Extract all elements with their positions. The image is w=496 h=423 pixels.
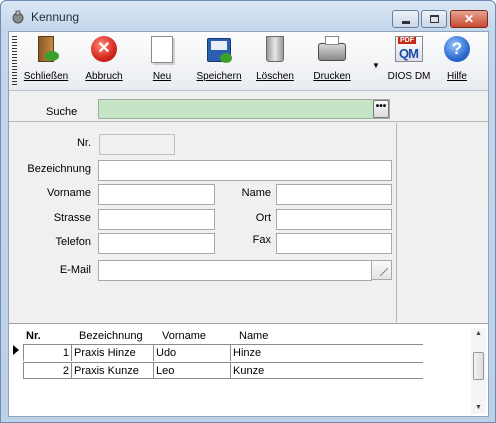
telefon-field[interactable] — [98, 233, 215, 254]
title-bar[interactable]: Kennung ✕ — [1, 1, 495, 31]
close-button[interactable]: ✕ — [450, 10, 488, 28]
cancel-icon: ✕ — [91, 36, 117, 62]
neu-label: Neu — [152, 71, 172, 82]
window-title: Kennung — [31, 10, 80, 24]
new-document-icon — [151, 36, 173, 63]
telefon-label: Telefon — [55, 236, 91, 248]
maximize-icon — [430, 15, 439, 23]
column-header-vorname[interactable]: Vorname — [162, 330, 206, 342]
email-label: E-Mail — [59, 264, 91, 276]
application-window: Kennung ✕ Schließen ✕ Abbruch Neu Speich… — [0, 0, 496, 423]
cell-name: Hinze — [233, 347, 262, 359]
dios-dm-icon: PDF QM — [395, 36, 423, 62]
ort-field[interactable] — [276, 209, 392, 230]
strasse-label: Strasse — [53, 212, 91, 224]
close-icon: ✕ — [463, 12, 475, 26]
column-header-name[interactable]: Name — [239, 330, 268, 342]
cell-bezeichnung: Praxis Hinze — [74, 347, 136, 359]
name-label: Name — [241, 187, 271, 199]
loeschen-button[interactable]: Löschen — [252, 35, 298, 87]
bezeichnung-label: Bezeichnung — [27, 163, 91, 175]
trash-icon — [266, 36, 284, 62]
vorname-label: Vorname — [46, 187, 91, 199]
hilfe-button[interactable]: ? Hilfe — [439, 35, 475, 87]
ort-label: Ort — [255, 212, 271, 224]
minimize-icon — [402, 21, 410, 24]
cell-bezeichnung: Praxis Kunze — [74, 365, 139, 377]
speichern-label: Speichern — [196, 71, 242, 82]
save-icon — [207, 38, 232, 63]
drucken-label: Drucken — [313, 71, 351, 82]
scroll-up-icon[interactable]: ▲ — [471, 328, 486, 340]
column-header-nr[interactable]: Nr. — [26, 330, 41, 342]
hilfe-label: Hilfe — [446, 71, 467, 82]
name-field[interactable] — [276, 184, 392, 205]
app-icon — [12, 10, 24, 24]
drucken-button[interactable]: Drucken — [307, 35, 357, 87]
search-input[interactable] — [98, 99, 390, 119]
neu-button[interactable]: Neu — [139, 35, 185, 87]
client-area: Schließen ✕ Abbruch Neu Speichern Lösche… — [8, 31, 489, 417]
dios-dm-label: DIOS DM — [387, 71, 431, 82]
scroll-thumb[interactable] — [473, 352, 484, 380]
help-icon: ? — [444, 36, 470, 62]
minimize-button[interactable] — [392, 10, 419, 28]
table-row[interactable]: 1 Praxis Hinze Udo Hinze — [23, 344, 423, 361]
search-lookup-button[interactable]: ••• — [373, 100, 389, 118]
cell-nr: 1 — [62, 347, 69, 359]
cell-vorname: Udo — [156, 347, 177, 359]
exit-door-icon — [38, 36, 59, 62]
column-header-bezeichnung[interactable]: Bezeichnung — [79, 330, 143, 342]
fax-field[interactable] — [276, 233, 392, 254]
nr-field — [99, 134, 175, 155]
maximize-button[interactable] — [421, 10, 447, 28]
dios-qm-logo: QM — [399, 46, 419, 61]
speichern-button[interactable]: Speichern — [193, 35, 245, 87]
email-field[interactable] — [98, 260, 372, 281]
loeschen-label: Löschen — [256, 71, 294, 82]
abbruch-label: Abbruch — [85, 71, 123, 82]
abbruch-button[interactable]: ✕ Abbruch — [81, 35, 127, 87]
vorname-field[interactable] — [98, 184, 215, 205]
toolbar-grip[interactable] — [12, 36, 17, 87]
printer-icon — [318, 36, 346, 61]
grid-scrollbar[interactable]: ▲ ▼ — [471, 328, 486, 414]
scroll-down-icon[interactable]: ▼ — [471, 402, 486, 414]
table-row[interactable]: 2 Praxis Kunze Leo Kunze — [23, 362, 423, 379]
detail-form: Nr. Bezeichnung Vorname Name Strasse Ort… — [9, 123, 395, 322]
strasse-field[interactable] — [98, 209, 215, 230]
fax-label: Fax — [252, 234, 271, 246]
cell-vorname: Leo — [156, 365, 175, 377]
toolbar: Schließen ✕ Abbruch Neu Speichern Lösche… — [9, 32, 488, 91]
search-label: Suche — [46, 106, 78, 118]
records-grid: Nr. Bezeichnung Vorname Name 1 Praxis Hi… — [9, 323, 488, 416]
nr-label: Nr. — [76, 137, 91, 149]
schliessen-label: Schließen — [23, 71, 69, 82]
dios-dm-button[interactable]: PDF QM DIOS DM — [384, 35, 434, 87]
schliessen-button[interactable]: Schließen — [23, 35, 69, 87]
dios-pdf-badge: PDF — [398, 37, 416, 44]
email-send-button[interactable] — [371, 260, 392, 280]
current-row-indicator-icon — [13, 345, 19, 355]
bezeichnung-field[interactable] — [98, 160, 392, 181]
search-panel: Suche ••• — [9, 92, 488, 122]
drucken-dropdown-icon[interactable]: ▼ — [372, 62, 380, 70]
side-panel — [396, 123, 488, 322]
cell-name: Kunze — [233, 365, 265, 377]
cell-nr: 2 — [62, 365, 69, 377]
